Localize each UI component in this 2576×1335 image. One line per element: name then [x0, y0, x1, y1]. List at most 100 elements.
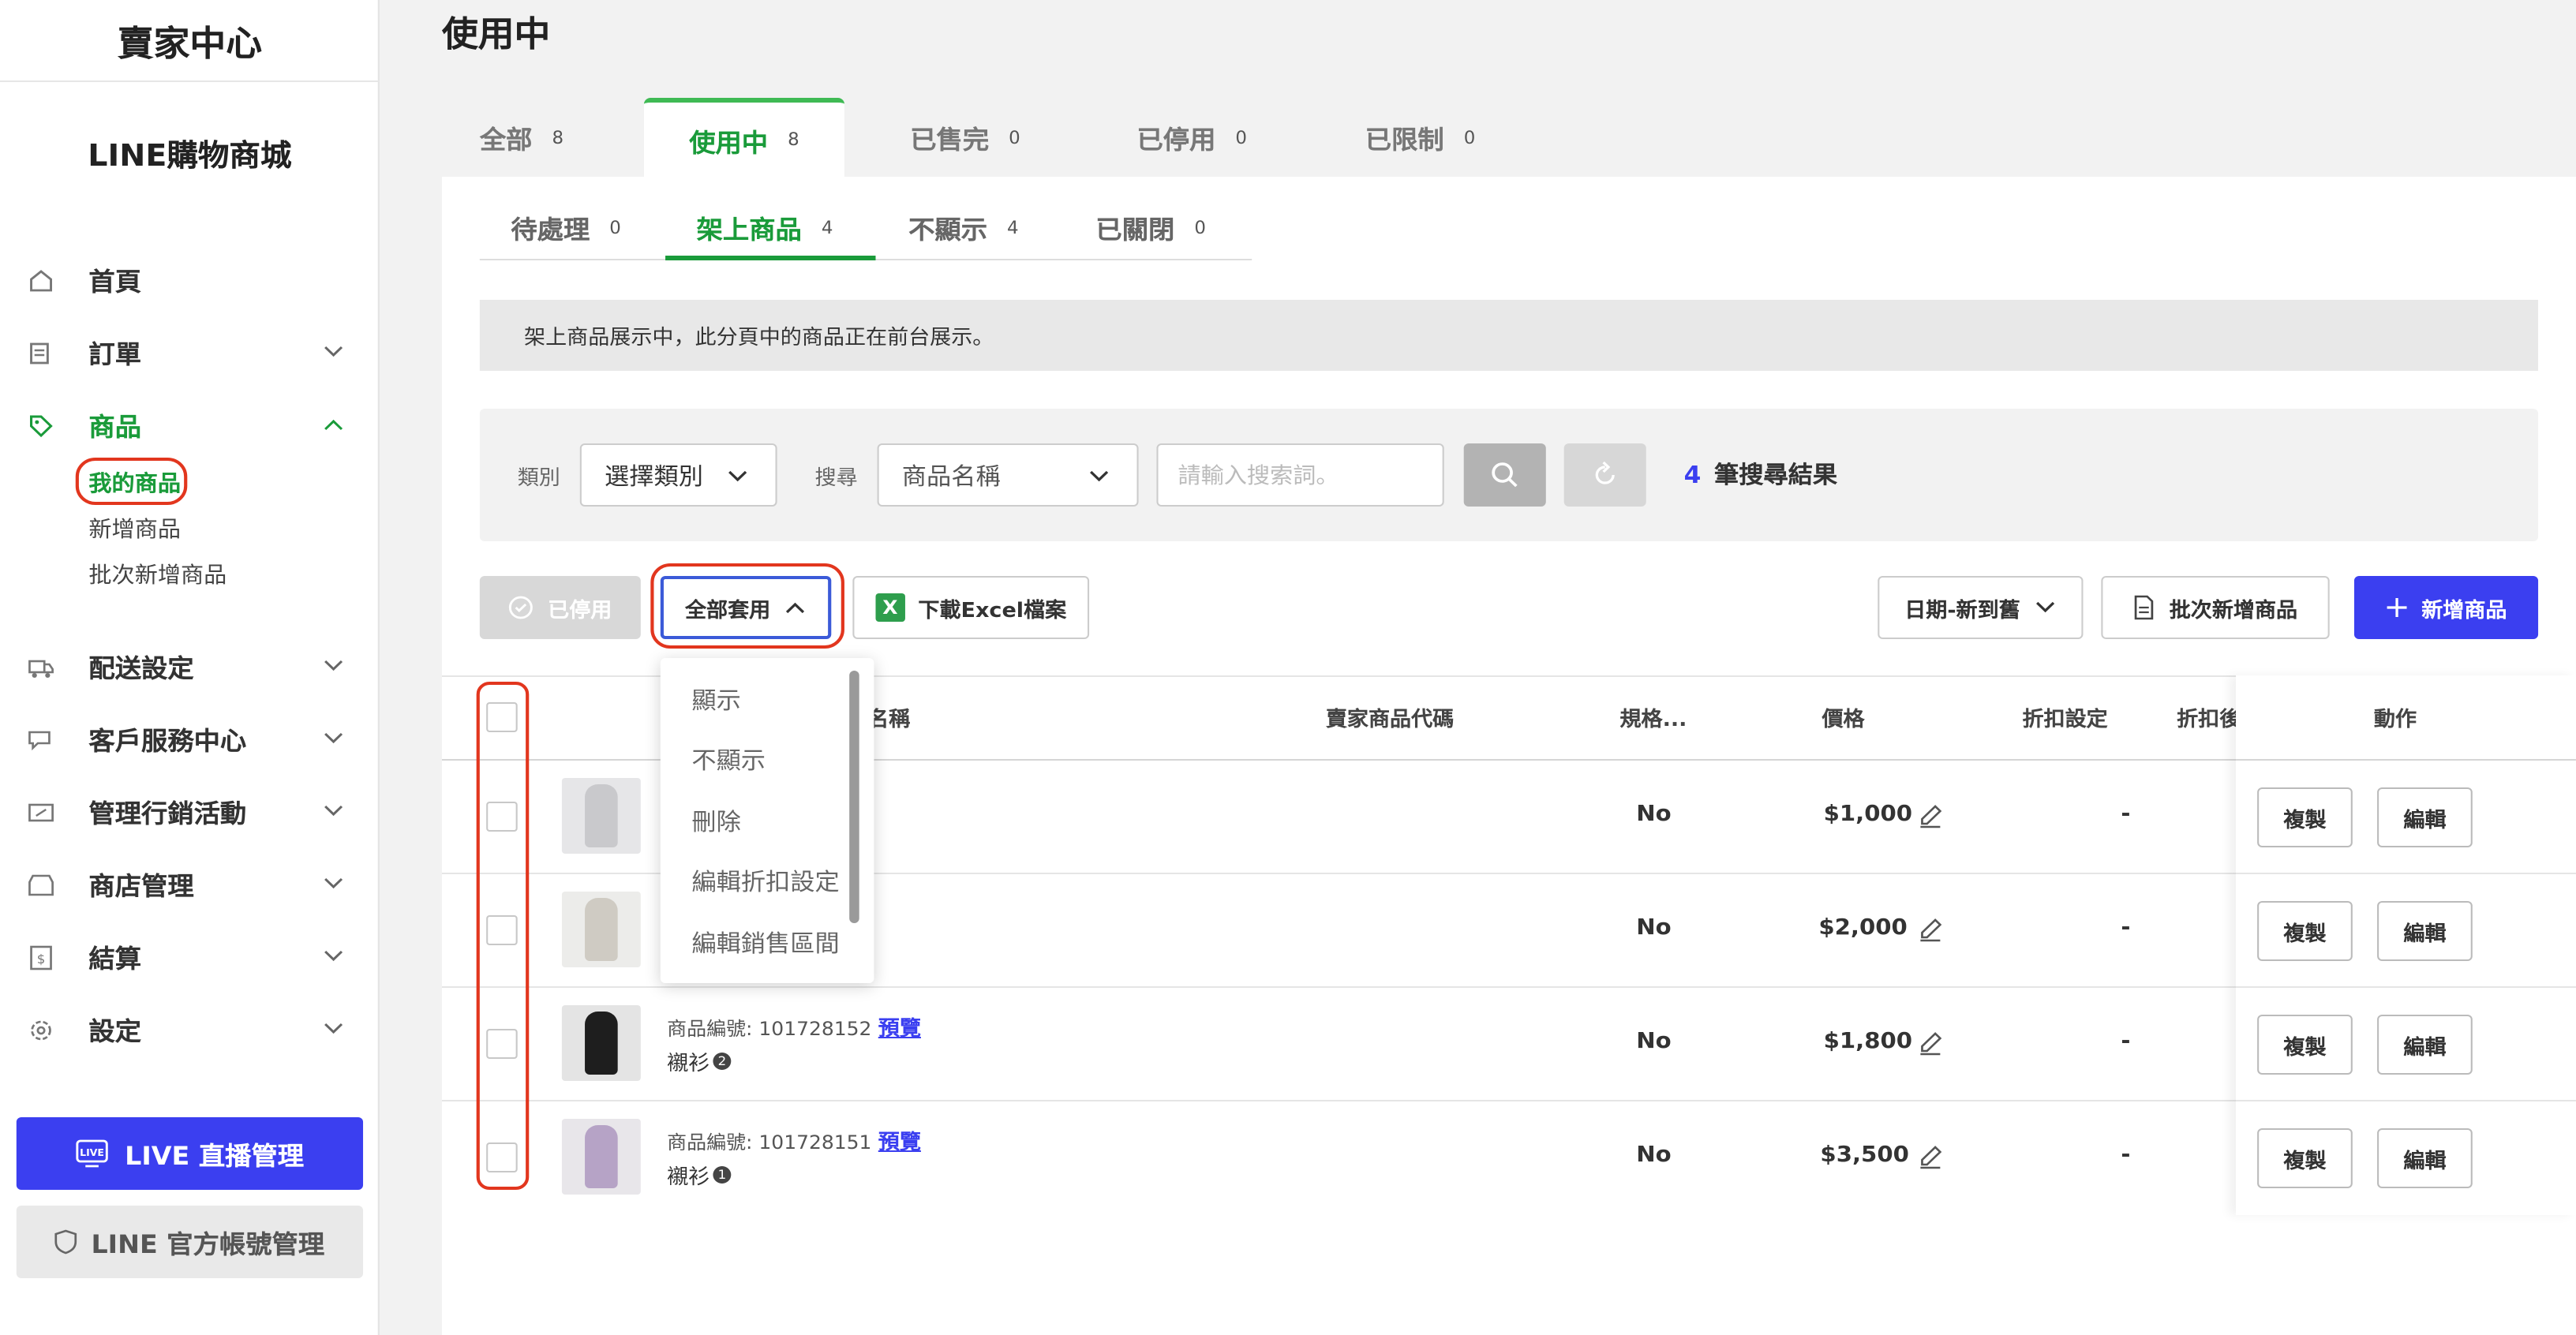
product-id: 商品編號: 101728151 預覽 [667, 1125, 921, 1155]
discount-value: - [2121, 915, 2131, 940]
edit-price-icon[interactable] [1917, 1030, 1943, 1056]
disable-button[interactable]: 已停用 [479, 576, 641, 639]
search-field-select[interactable]: 商品名稱 [877, 443, 1139, 507]
product-figure [585, 1012, 618, 1075]
subtab-pending[interactable]: 待處理 0 [511, 196, 620, 259]
sidebar-item-settlement[interactable]: $ 結算 [0, 933, 380, 980]
tab-disabled[interactable]: 已停用 0 [1136, 98, 1246, 177]
menu-item-delete[interactable]: 刪除 [691, 805, 740, 838]
edit-button[interactable]: 編輯 [2377, 1015, 2473, 1075]
product-id: 商品編號: 101728152 預覽 [667, 1012, 921, 1041]
tab-in-use[interactable]: 使用中 8 [643, 98, 844, 177]
sidebar-item-products[interactable]: 商品 [0, 401, 380, 448]
sidebar-subitem-add-product[interactable]: 新增商品 [88, 513, 181, 544]
svg-text:LIVE: LIVE [80, 1147, 104, 1158]
chevron-down-icon [2035, 601, 2054, 613]
search-result-count: 4 筆搜尋結果 [1684, 458, 1838, 491]
tab-sold-out[interactable]: 已售完 0 [910, 98, 1020, 177]
plus-icon [2387, 598, 2407, 617]
price-value: $1,000 [1823, 802, 1913, 827]
column-header-spec: 規格... [1619, 709, 1687, 732]
menu-item-show[interactable]: 顯示 [691, 683, 740, 716]
sidebar-item-shipping[interactable]: 配送設定 [0, 642, 380, 690]
tab-restricted[interactable]: 已限制 0 [1365, 98, 1475, 177]
copy-button[interactable]: 複製 [2257, 901, 2353, 961]
chevron-down-icon [324, 660, 343, 671]
product-name-text: 襯衫 [667, 1053, 710, 1076]
product-figure [585, 898, 618, 961]
product-id-text: 商品編號: 101728152 [667, 1018, 872, 1040]
edit-button[interactable]: 編輯 [2377, 787, 2473, 847]
search-button[interactable] [1463, 443, 1546, 507]
discount-value: - [2121, 1142, 2131, 1168]
menu-scrollbar[interactable] [849, 671, 859, 923]
preview-link[interactable]: 預覽 [878, 1131, 921, 1155]
subtab-count: 4 [821, 217, 833, 237]
product-figure [585, 1125, 618, 1188]
chevron-down-icon [324, 732, 343, 744]
edit-price-icon[interactable] [1917, 917, 1943, 942]
product-thumbnail[interactable] [561, 892, 641, 967]
sort-select[interactable]: 日期-新到舊 [1878, 576, 2084, 639]
sidebar-item-label: 首頁 [88, 267, 142, 297]
table-header-border [2236, 759, 2576, 761]
copy-button[interactable]: 複製 [2257, 787, 2353, 847]
edit-button[interactable]: 編輯 [2377, 901, 2473, 961]
search-input[interactable]: 請輸入搜索詞。 [1156, 443, 1444, 507]
preview-link[interactable]: 預覽 [878, 1018, 921, 1041]
document-icon [2135, 595, 2155, 620]
discount-value: - [2121, 802, 2131, 827]
copy-button[interactable]: 複製 [2257, 1015, 2353, 1075]
row-divider [2236, 873, 2576, 874]
tab-all[interactable]: 全部 8 [480, 98, 564, 177]
product-thumbnail[interactable] [561, 1119, 641, 1195]
highlight-ring [476, 682, 530, 1190]
tag-icon [29, 415, 53, 438]
product-name: 襯衫 1 [667, 1160, 732, 1190]
menu-item-hide[interactable]: 不顯示 [691, 743, 766, 776]
product-thumbnail[interactable] [561, 1005, 641, 1081]
sidebar-item-orders[interactable]: 訂單 [0, 328, 380, 376]
category-label: 類別 [517, 467, 560, 491]
edit-button[interactable]: 編輯 [2377, 1128, 2473, 1188]
sidebar-subitem-batch-add[interactable]: 批次新增商品 [88, 559, 227, 590]
subtab-closed[interactable]: 已關閉 0 [1095, 196, 1205, 259]
chevron-down-icon [324, 950, 343, 962]
subtab-hidden[interactable]: 不顯示 4 [908, 196, 1018, 259]
product-thumbnail[interactable] [561, 778, 641, 854]
sidebar-item-label: 管理行銷活動 [88, 798, 247, 828]
sidebar-item-store[interactable]: 商店管理 [0, 860, 380, 907]
edit-price-icon[interactable] [1917, 1144, 1943, 1169]
batch-add-button[interactable]: 批次新增商品 [2101, 576, 2330, 639]
discount-value: - [2121, 1029, 2131, 1054]
column-header-discount: 折扣設定 [2022, 709, 2108, 732]
variant-count-badge: 1 [713, 1166, 732, 1184]
live-management-button[interactable]: LIVE LIVE 直播管理 [16, 1117, 364, 1190]
sidebar-item-settings[interactable]: 設定 [0, 1005, 380, 1053]
reset-button[interactable] [1563, 443, 1646, 507]
add-product-button[interactable]: 新增商品 [2353, 576, 2539, 639]
highlight-ring [650, 563, 844, 649]
sidebar-item-label: 結算 [88, 944, 142, 974]
subtab-listed[interactable]: 架上商品 4 [697, 196, 833, 259]
chevron-down-icon [324, 877, 343, 889]
sidebar-item-customer-service[interactable]: 客戶服務中心 [0, 715, 380, 762]
edit-price-icon[interactable] [1917, 803, 1943, 828]
tab-label: 已停用 [1136, 125, 1216, 155]
menu-item-edit-sale-period[interactable]: 編輯銷售區間 [691, 926, 839, 959]
spec-value: No [1636, 802, 1672, 827]
product-name-text: 襯衫 [667, 1166, 710, 1190]
download-excel-button[interactable]: X 下載Excel檔案 [852, 576, 1090, 639]
tab-count: 0 [1463, 127, 1476, 148]
line-official-account-button[interactable]: LINE 官方帳號管理 [16, 1206, 364, 1278]
tab-count: 0 [1235, 127, 1247, 148]
category-select[interactable]: 選擇類別 [579, 443, 777, 507]
spec-value: No [1636, 1142, 1672, 1168]
disable-button-label: 已停用 [548, 599, 612, 623]
copy-button[interactable]: 複製 [2257, 1128, 2353, 1188]
sidebar-item-home[interactable]: 首頁 [0, 256, 380, 303]
tab-label: 全部 [479, 125, 533, 155]
sidebar-item-marketing[interactable]: 管理行銷活動 [0, 787, 380, 835]
truck-icon [28, 660, 54, 678]
menu-item-edit-discount[interactable]: 編輯折扣設定 [691, 865, 839, 898]
